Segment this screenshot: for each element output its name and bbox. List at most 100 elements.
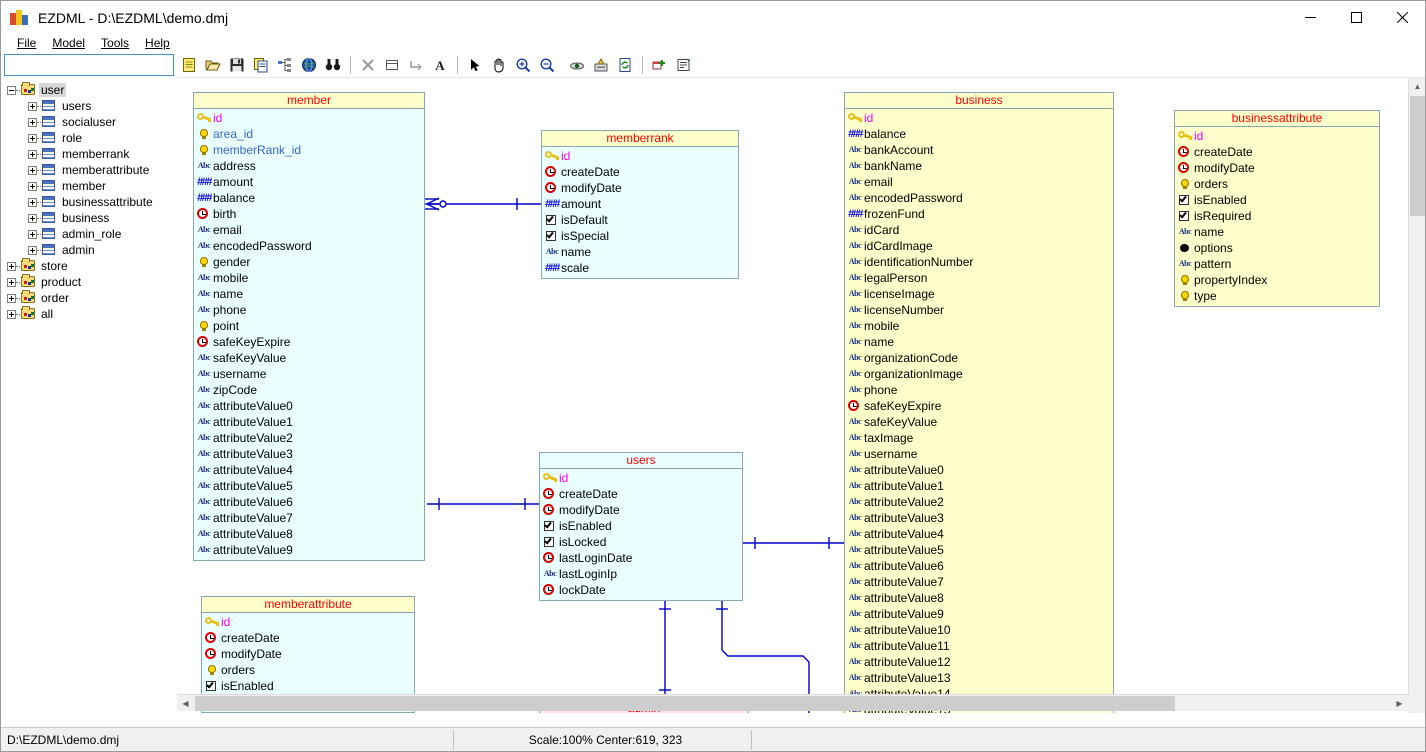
entity-member[interactable]: member id area_id memberRank_id Abc address ##… (193, 92, 425, 561)
maximize-button[interactable] (1333, 1, 1379, 34)
entity-field[interactable]: Abc attributeValue0 (194, 398, 424, 414)
entity-field[interactable]: Abc phone (845, 382, 1113, 398)
vertical-scroll-thumb[interactable] (1410, 96, 1425, 216)
entity-field[interactable]: Abc attributeValue6 (845, 558, 1113, 574)
entity-field[interactable]: modifyDate (542, 180, 738, 196)
entity-business[interactable]: business id ### balance Abc bankAccount Abc ban… (844, 92, 1114, 713)
entity-field[interactable]: Abc attributeValue13 (845, 670, 1113, 686)
entity-field[interactable]: orders (1175, 176, 1379, 192)
tree-item-socialuser[interactable]: socialuser (1, 114, 177, 130)
entity-field[interactable]: Abc organizationImage (845, 366, 1113, 382)
tree-item-memberattribute[interactable]: memberattribute (1, 162, 177, 178)
tree-expand-toggle[interactable] (28, 117, 37, 127)
entity-field[interactable]: ### balance (845, 126, 1113, 142)
tree-expand-toggle[interactable] (7, 309, 16, 319)
entity-field[interactable]: Abc idCard (845, 222, 1113, 238)
entity-field[interactable]: Abc encodedPassword (845, 190, 1113, 206)
text-a-icon[interactable]: A (429, 54, 451, 76)
tree-expand-toggle[interactable] (28, 181, 37, 191)
entity-field[interactable]: Abc attributeValue9 (845, 606, 1113, 622)
entity-field[interactable]: Abc encodedPassword (194, 238, 424, 254)
entity-field[interactable]: Abc address (194, 158, 424, 174)
entity-field[interactable]: birth (194, 206, 424, 222)
entity-field[interactable]: area_id (194, 126, 424, 142)
tree-collapse-toggle[interactable] (7, 85, 16, 95)
save-icon[interactable] (226, 54, 248, 76)
entity-field[interactable]: createDate (540, 486, 742, 502)
scroll-left-arrow[interactable]: ◀ (177, 695, 194, 712)
entity-field[interactable]: Abc idCardImage (845, 238, 1113, 254)
entity-field[interactable]: ### amount (194, 174, 424, 190)
entity-field[interactable]: Abc licenseImage (845, 286, 1113, 302)
tree-item-business[interactable]: business (1, 210, 177, 226)
entity-field[interactable]: memberRank_id (194, 142, 424, 158)
entity-field[interactable]: orders (202, 662, 414, 678)
open-folder-icon[interactable] (202, 54, 224, 76)
entity-field[interactable]: id (540, 470, 742, 486)
delete-x-icon[interactable] (357, 54, 379, 76)
entity-field[interactable]: Abc username (845, 446, 1113, 462)
eye-icon[interactable] (566, 54, 588, 76)
tree-item-businessattribute[interactable]: businessattribute (1, 194, 177, 210)
entity-field[interactable]: ### amount (542, 196, 738, 212)
entity-field[interactable]: isRequired (1175, 208, 1379, 224)
tree-expand-toggle[interactable] (28, 165, 37, 175)
entity-field[interactable]: isDefault (542, 212, 738, 228)
relation-icon[interactable] (405, 54, 427, 76)
entity-field[interactable]: Abc attributeValue2 (194, 430, 424, 446)
tree-item-users[interactable]: users (1, 98, 177, 114)
entity-field[interactable]: Abc attributeValue5 (845, 542, 1113, 558)
tree-expand-toggle[interactable] (28, 229, 37, 239)
entity-field[interactable]: Abc username (194, 366, 424, 382)
menu-file[interactable]: File (9, 35, 44, 51)
tree-expand-toggle[interactable] (28, 133, 37, 143)
horizontal-scrollbar[interactable]: ◀ ▶ (177, 694, 1408, 711)
entity-field[interactable]: Abc name (845, 334, 1113, 350)
model-search-input[interactable] (4, 54, 174, 76)
zoom-out-icon[interactable] (536, 54, 558, 76)
menu-help[interactable]: Help (137, 35, 178, 51)
entity-field[interactable]: Abc zipCode (194, 382, 424, 398)
entity-field[interactable]: Abc identificationNumber (845, 254, 1113, 270)
entity-field[interactable]: safeKeyExpire (194, 334, 424, 350)
entity-field[interactable]: Abc name (194, 286, 424, 302)
tree-item-role[interactable]: role (1, 130, 177, 146)
entity-field[interactable]: modifyDate (540, 502, 742, 518)
model-tree[interactable]: user users socialuser role memberrank membera… (1, 78, 177, 711)
entity-field[interactable]: Abc attributeValue3 (194, 446, 424, 462)
zoom-in-icon[interactable] (512, 54, 534, 76)
entity-field[interactable]: Abc name (542, 244, 738, 260)
pointer-icon[interactable] (464, 54, 486, 76)
entity-field[interactable]: Abc attributeValue8 (194, 526, 424, 542)
entity-field[interactable]: lastLoginDate (540, 550, 742, 566)
entity-field[interactable]: ### frozenFund (845, 206, 1113, 222)
tree-expand-toggle[interactable] (28, 245, 37, 255)
entity-field[interactable]: Abc attributeValue7 (194, 510, 424, 526)
entity-field[interactable]: Abc lastLoginIp (540, 566, 742, 582)
entity-field[interactable]: createDate (202, 630, 414, 646)
tree-item-all[interactable]: all (1, 306, 177, 322)
tree-item-user[interactable]: user (1, 82, 177, 98)
hand-icon[interactable] (488, 54, 510, 76)
entity-field[interactable]: id (202, 614, 414, 630)
entity-field[interactable]: Abc attributeValue5 (194, 478, 424, 494)
entity-field[interactable]: Abc attributeValue7 (845, 574, 1113, 590)
entity-field[interactable]: Abc mobile (845, 318, 1113, 334)
entity-field[interactable]: isEnabled (1175, 192, 1379, 208)
entity-field[interactable]: Abc attributeValue1 (194, 414, 424, 430)
tree-expand-toggle[interactable] (7, 277, 16, 287)
tree-item-order[interactable]: order (1, 290, 177, 306)
entity-field[interactable]: safeKeyExpire (845, 398, 1113, 414)
scroll-right-arrow[interactable]: ▶ (1391, 695, 1408, 712)
entity-field[interactable]: Abc attributeValue4 (845, 526, 1113, 542)
export-icon[interactable] (590, 54, 612, 76)
scroll-up-arrow[interactable]: ▲ (1409, 78, 1425, 95)
entity-field[interactable]: isLocked (540, 534, 742, 550)
entity-field[interactable]: Abc attributeValue11 (845, 638, 1113, 654)
add-table-icon[interactable] (649, 54, 671, 76)
binoculars-icon[interactable] (322, 54, 344, 76)
tree-expand-toggle[interactable] (7, 293, 16, 303)
diagram-canvas[interactable]: member id area_id memberRank_id Abc address ##… (177, 78, 1425, 713)
copy-icon[interactable] (250, 54, 272, 76)
entity-field[interactable]: modifyDate (202, 646, 414, 662)
